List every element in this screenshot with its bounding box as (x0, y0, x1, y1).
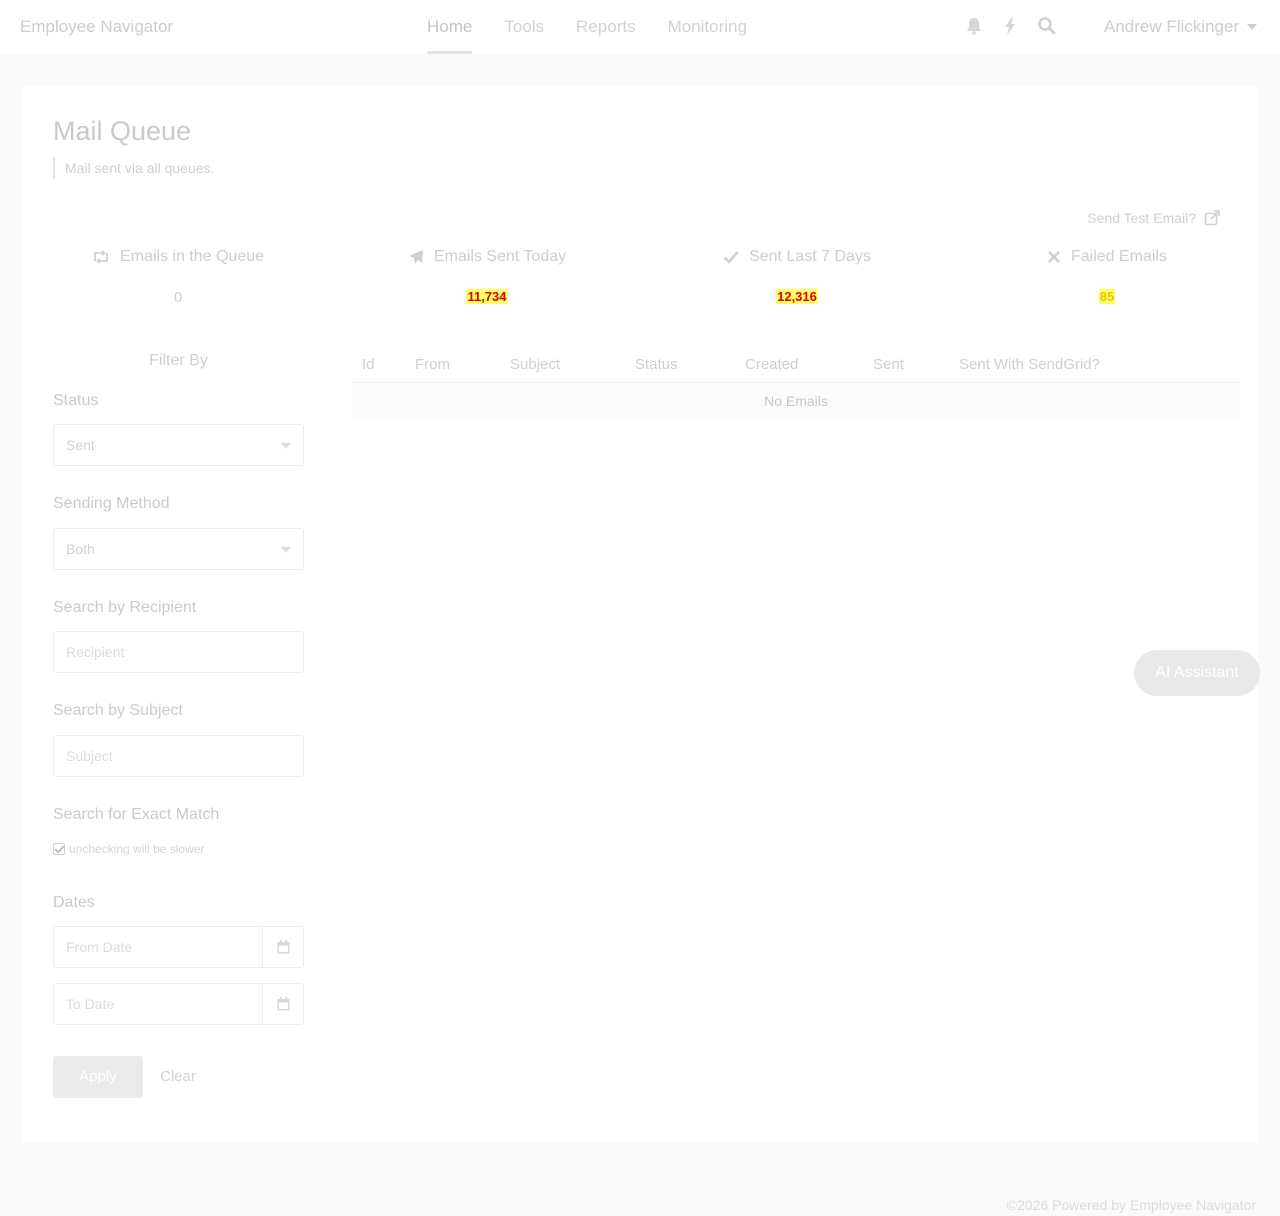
filter-title: Filter By (149, 352, 208, 369)
stat-failed-value: 85 (1098, 289, 1116, 304)
stat-sent-7-days-label: Sent Last 7 Days (749, 248, 871, 265)
col-id[interactable]: Id (362, 356, 375, 373)
table-header: Id From Subject Status Created Sent Sent… (353, 348, 1239, 383)
nav-icons (965, 16, 1057, 36)
times-icon (1048, 251, 1060, 263)
sending-method-select[interactable]: Both (53, 528, 304, 570)
to-date-field[interactable]: To Date (53, 983, 304, 1025)
chevron-down-icon (281, 547, 291, 553)
col-sendgrid[interactable]: Sent With SendGrid? (959, 356, 1100, 373)
dates-label: Dates (53, 894, 95, 911)
nav-tools[interactable]: Tools (504, 0, 544, 54)
stat-sent-7-days-value: 12,316 (776, 289, 818, 304)
from-date-input[interactable]: From Date (54, 927, 262, 967)
stat-queue-value: 0 (173, 289, 183, 306)
col-created[interactable]: Created (745, 356, 798, 373)
exact-match-checkbox[interactable] (53, 843, 65, 855)
send-test-email-label: Send Test Email? (1087, 210, 1196, 226)
top-navbar: Employee Navigator Home Tools Reports Mo… (0, 0, 1280, 54)
sending-method-value: Both (66, 541, 95, 557)
filter-panel: Filter By Status Sent Sending Method Bot… (53, 352, 304, 1098)
calendar-icon[interactable] (262, 927, 303, 967)
nav-reports[interactable]: Reports (576, 0, 636, 54)
exact-match-label: Search for Exact Match (53, 806, 220, 823)
exact-match-row: unchecking will be slower (53, 842, 204, 856)
to-date-input[interactable]: To Date (54, 984, 262, 1024)
chevron-down-icon (281, 443, 291, 449)
col-from[interactable]: From (415, 356, 450, 373)
chevron-down-icon (1247, 24, 1258, 30)
stat-sent-today-label: Emails Sent Today (433, 248, 567, 265)
subject-input[interactable]: Subject (53, 735, 304, 777)
status-label: Status (53, 392, 99, 409)
bell-icon[interactable] (965, 16, 983, 36)
send-test-email-link[interactable]: Send Test Email? (1087, 210, 1220, 226)
calendar-icon[interactable] (262, 984, 303, 1024)
col-subject[interactable]: Subject (510, 356, 560, 373)
stat-failed-label: Failed Emails (1070, 248, 1168, 265)
ai-assistant-button[interactable]: AI Assistant (1134, 650, 1260, 696)
status-select[interactable]: Sent (53, 424, 304, 466)
main-card: Mail Queue Mail sent via all queues. Sen… (22, 86, 1258, 1143)
stat-failed: Failed Emails 85 (952, 246, 1262, 307)
search-icon[interactable] (1037, 16, 1057, 36)
recipient-label: Search by Recipient (53, 599, 197, 616)
external-edit-icon (1204, 210, 1220, 226)
nav-home[interactable]: Home (427, 0, 473, 54)
from-date-field[interactable]: From Date (53, 926, 304, 968)
col-sent[interactable]: Sent (873, 356, 904, 373)
stat-sent-today: Emails Sent Today 11,734 (332, 246, 642, 307)
stat-queue-label: Emails in the Queue (119, 248, 265, 265)
sending-method-label: Sending Method (53, 495, 170, 512)
footer-text: ©2026 Powered by Employee Navigator (1006, 1197, 1256, 1213)
retweet-icon (94, 250, 108, 264)
subject-label: Search by Subject (53, 702, 183, 719)
exact-match-hint: unchecking will be slower (69, 842, 205, 856)
page-subtitle: Mail sent via all queues. (53, 157, 214, 179)
check-icon (723, 251, 739, 264)
clear-link[interactable]: Clear (160, 1056, 196, 1098)
user-name: Andrew Flickinger (1104, 17, 1240, 36)
recipient-input[interactable]: Recipient (53, 631, 304, 673)
stat-sent-today-value: 11,734 (466, 289, 508, 304)
apply-button[interactable]: Apply (53, 1056, 143, 1098)
bolt-icon[interactable] (1001, 16, 1019, 36)
paper-plane-icon (408, 250, 423, 264)
page-title: Mail Queue (53, 116, 192, 146)
stat-sent-7-days: Sent Last 7 Days 12,316 (642, 246, 952, 307)
user-menu[interactable]: Andrew Flickinger (1104, 17, 1258, 37)
status-select-value: Sent (66, 437, 95, 453)
col-status[interactable]: Status (635, 356, 678, 373)
table-empty-row: No Emails (353, 383, 1239, 419)
main-nav: Home Tools Reports Monitoring (427, 0, 779, 54)
emails-table: Id From Subject Status Created Sent Sent… (353, 348, 1239, 419)
stat-queue: Emails in the Queue 0 (23, 246, 333, 307)
nav-monitoring[interactable]: Monitoring (668, 0, 747, 54)
brand-link[interactable]: Employee Navigator (20, 17, 173, 37)
